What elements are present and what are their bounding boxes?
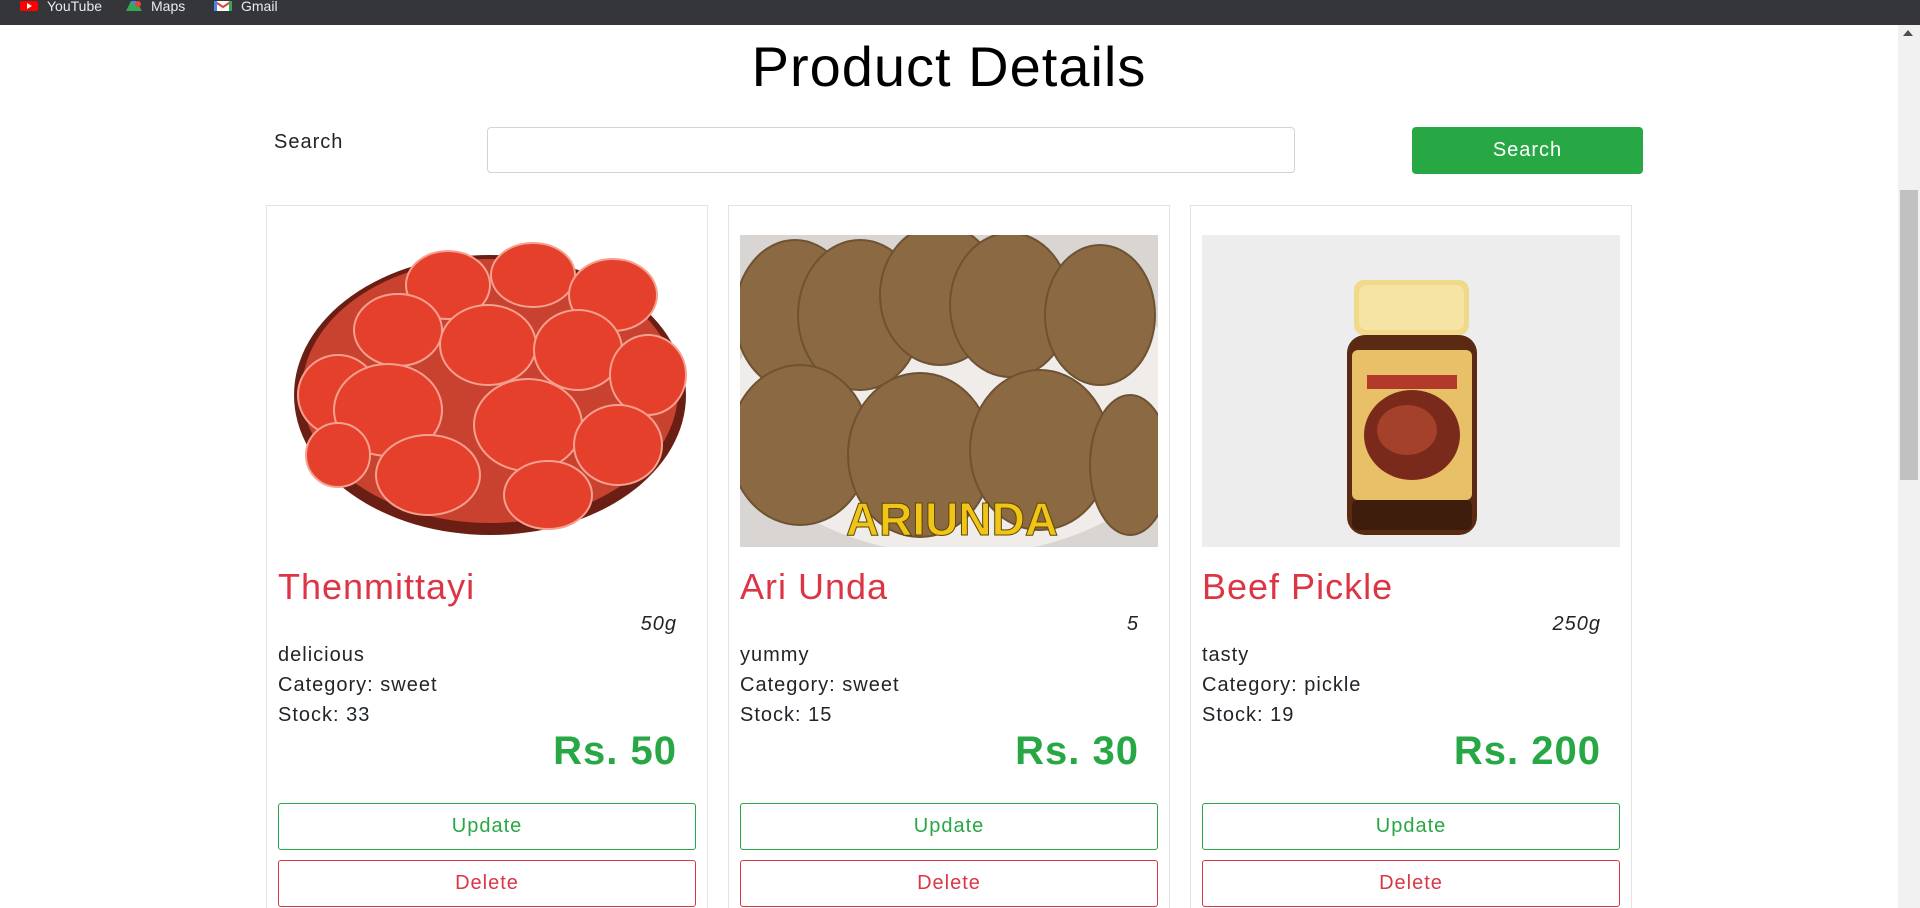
product-price: Rs. 30	[1015, 729, 1139, 773]
pickle-jar-image	[1202, 235, 1620, 547]
rice-balls-image: ARIUNDA	[740, 235, 1158, 547]
search-input[interactable]	[487, 127, 1295, 173]
product-stock: Stock: 15	[740, 704, 833, 726]
product-name: Thenmittayi	[278, 566, 476, 607]
product-description: yummy	[740, 644, 810, 666]
bookmark-youtube[interactable]: YouTube	[20, 0, 102, 14]
product-quantity: 250g	[1552, 613, 1601, 635]
gmail-icon	[213, 0, 233, 14]
page-viewport: Product Details Search Search Thenmittay…	[0, 25, 1898, 908]
page-title: Product Details	[751, 35, 1147, 98]
bookmarks-bar: YouTube Maps Gmail	[0, 0, 1920, 25]
product-card: Thenmittayi 50g delicious Category: swee…	[266, 205, 708, 908]
bookmark-maps[interactable]: Maps	[126, 0, 185, 14]
search-button[interactable]: Search	[1412, 127, 1643, 174]
scroll-up-arrow-icon[interactable]	[1903, 30, 1913, 36]
product-card: ARIUNDA Ari Unda 5 yummy Category: sweet…	[728, 205, 1170, 908]
youtube-icon	[20, 0, 38, 14]
delete-button[interactable]: Delete	[278, 860, 696, 907]
product-stock: Stock: 19	[1202, 704, 1295, 726]
product-stock: Stock: 33	[278, 704, 371, 726]
sweet-balls-image	[278, 235, 696, 547]
product-price: Rs. 50	[553, 729, 677, 773]
product-category: Category: sweet	[740, 674, 900, 696]
bookmark-label: YouTube	[47, 0, 103, 14]
product-category: Category: pickle	[1202, 674, 1362, 696]
product-description: tasty	[1202, 644, 1250, 666]
update-button[interactable]: Update	[740, 803, 1158, 850]
product-description: delicious	[278, 644, 365, 666]
delete-button[interactable]: Delete	[740, 860, 1158, 907]
product-quantity: 50g	[640, 613, 677, 635]
product-category: Category: sweet	[278, 674, 438, 696]
delete-button[interactable]: Delete	[1202, 860, 1620, 907]
product-name: Ari Unda	[740, 566, 889, 607]
update-button[interactable]: Update	[278, 803, 696, 850]
bookmark-label: Maps	[151, 0, 186, 14]
product-quantity: 5	[1126, 613, 1139, 635]
product-card: Beef Pickle 250g tasty Category: pickle …	[1190, 205, 1632, 908]
bookmark-label: Gmail	[241, 0, 278, 14]
product-name: Beef Pickle	[1202, 566, 1394, 607]
maps-icon	[126, 0, 142, 14]
product-price: Rs. 200	[1453, 729, 1601, 773]
scrollbar-thumb[interactable]	[1900, 190, 1918, 480]
bookmark-gmail[interactable]: Gmail	[213, 0, 278, 14]
image-caption: ARIUNDA	[846, 493, 1058, 545]
search-label: Search	[274, 131, 344, 153]
update-button[interactable]: Update	[1202, 803, 1620, 850]
